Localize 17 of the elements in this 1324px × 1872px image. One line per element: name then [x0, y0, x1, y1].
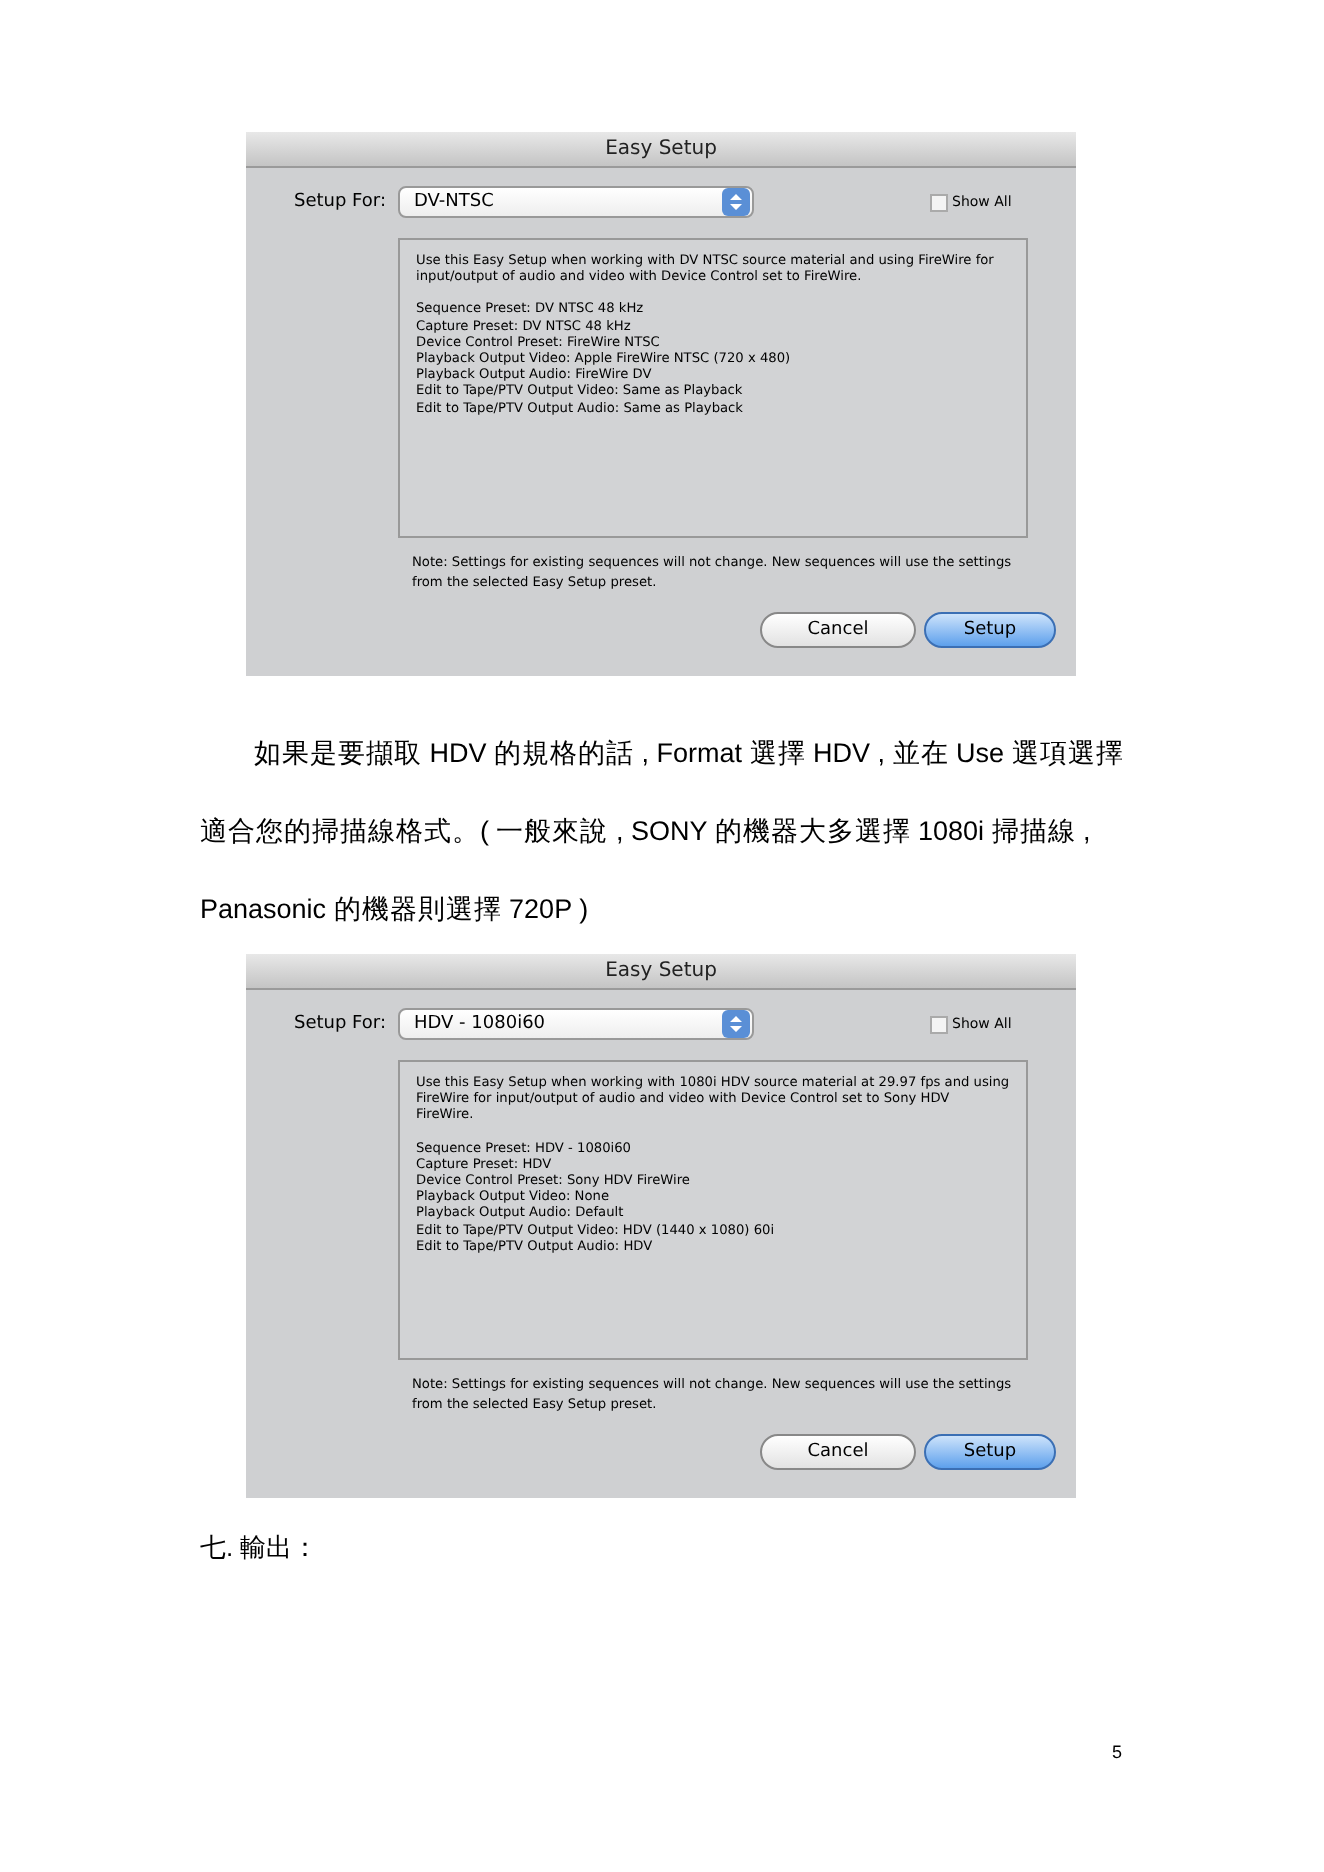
page-number: 5 — [1112, 1742, 1125, 1762]
setup-button[interactable]: Setup — [924, 1434, 1056, 1470]
cancel-button[interactable]: Cancel — [760, 1434, 916, 1470]
preset-dropdown[interactable]: DV-NTSC — [398, 186, 754, 218]
window-title: Easy Setup — [246, 954, 1076, 990]
cancel-button[interactable]: Cancel — [760, 612, 916, 648]
setup-for-label: Setup For: — [292, 192, 386, 212]
stepper-arrows-icon — [722, 1010, 750, 1038]
preset-dropdown[interactable]: HDV - 1080i60 — [398, 1008, 754, 1040]
body-paragraph: 如果是要擷取 HDV 的規格的話 , Format 選擇 HDV , 並在 Use 選項選擇 適合您的掃描線格式。( 一般來說 , SONY 的機器大多選擇 1080i 掃描線 , Panasonic 的機器則選擇 720P ) — [200, 736, 1126, 928]
setup-for-label: Setup For: — [292, 1014, 386, 1034]
stepper-arrows-icon — [722, 188, 750, 216]
show-all-checkbox[interactable] — [930, 193, 948, 211]
setup-button[interactable]: Setup — [924, 612, 1056, 648]
show-all-checkbox[interactable] — [930, 1015, 948, 1033]
section-heading: 七. 輸出： — [200, 1530, 321, 1566]
window-title: Easy Setup — [246, 132, 1076, 168]
